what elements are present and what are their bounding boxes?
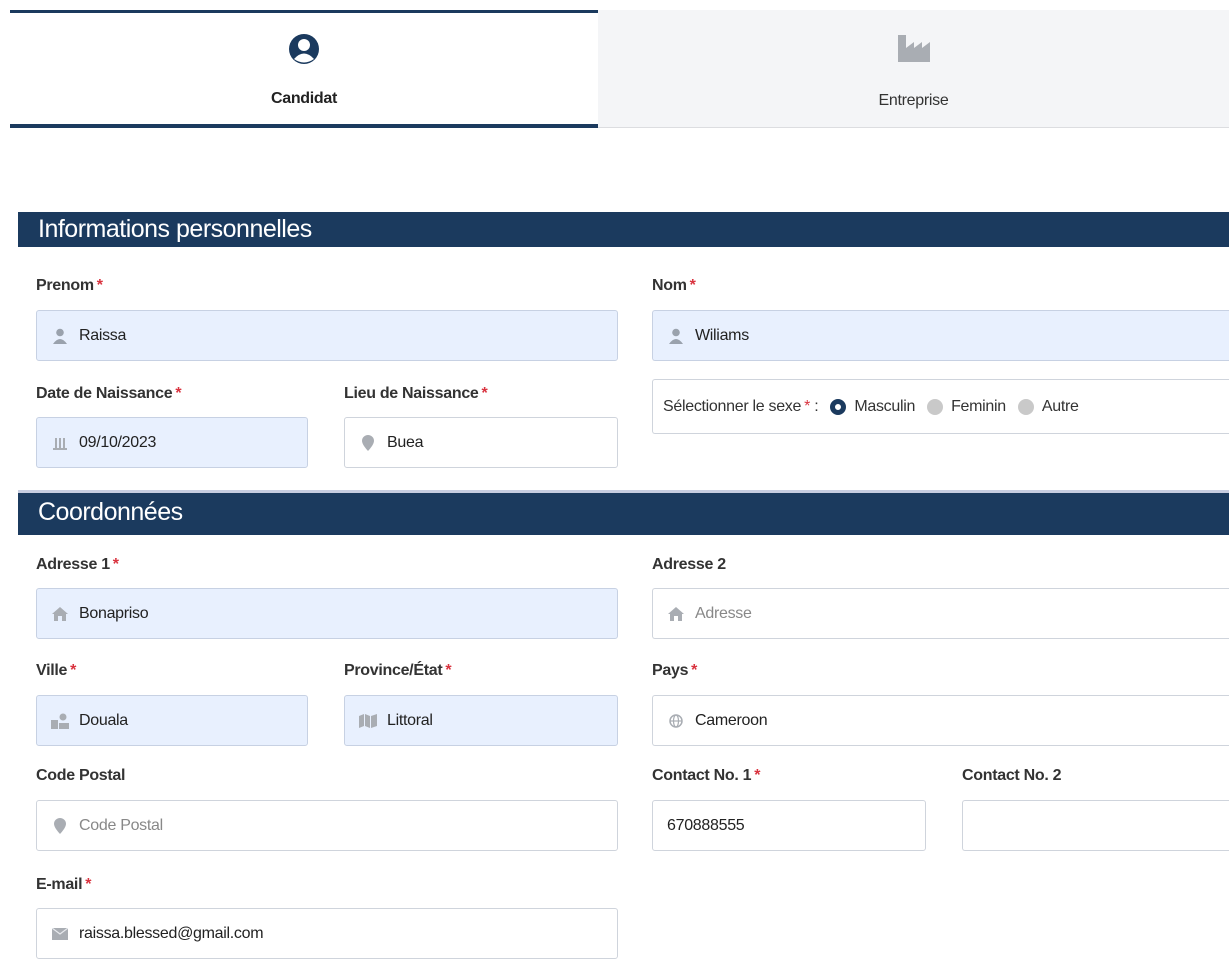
pays-label: Pays *	[652, 662, 698, 679]
user-circle-icon	[289, 34, 319, 64]
lieu-naissance-label: Lieu de Naissance *	[344, 385, 488, 402]
email-label: E-mail *	[36, 876, 92, 893]
adresse2-placeholder: Adresse	[695, 604, 752, 622]
ville-field[interactable]: Douala	[36, 695, 308, 746]
code-postal-placeholder: Code Postal	[79, 816, 163, 834]
map-marker-icon	[359, 434, 377, 452]
contact1-field[interactable]: 670888555	[652, 800, 926, 851]
section-contact-title: Coordonnées	[18, 490, 1229, 535]
pays-value: Cameroon	[695, 711, 768, 729]
contact1-label: Contact No. 1 *	[652, 767, 761, 784]
radio-unselected-icon	[1017, 398, 1034, 415]
prenom-field[interactable]: Raissa	[36, 310, 618, 361]
adresse2-field[interactable]: Adresse	[652, 588, 1229, 639]
tab-candidat[interactable]: Candidat	[10, 10, 598, 128]
map-marker-icon	[51, 817, 69, 835]
province-label: Province/État *	[344, 662, 452, 679]
sexe-option-feminin[interactable]: Feminin	[927, 398, 1006, 416]
user-icon	[667, 327, 685, 345]
globe-icon	[667, 712, 685, 730]
radio-selected-icon	[830, 398, 847, 415]
province-value: Littoral	[387, 711, 433, 729]
registration-type-tabs: Candidat Entreprise	[10, 10, 1229, 128]
date-naissance-field[interactable]: 09/10/2023	[36, 417, 308, 468]
factory-icon	[897, 35, 930, 62]
sexe-selector: Sélectionner le sexe * : Masculin Feminin…	[652, 379, 1229, 434]
section-personal-title: Informations personnelles	[18, 212, 1229, 247]
home-icon	[51, 605, 69, 623]
code-postal-label: Code Postal	[36, 767, 126, 784]
envelope-icon	[51, 925, 69, 943]
tab-entreprise[interactable]: Entreprise	[598, 10, 1229, 128]
adresse2-label: Adresse 2	[652, 556, 726, 573]
province-field[interactable]: Littoral	[344, 695, 618, 746]
radio-unselected-icon	[927, 398, 944, 415]
date-naissance-value: 09/10/2023	[79, 433, 157, 451]
nom-label: Nom *	[652, 277, 696, 294]
sexe-option-autre[interactable]: Autre	[1017, 398, 1079, 416]
lieu-naissance-value: Buea	[387, 433, 424, 451]
prenom-value: Raissa	[79, 326, 127, 344]
home-icon	[667, 605, 685, 623]
lieu-naissance-field[interactable]: Buea	[344, 417, 618, 468]
sexe-option-masculin[interactable]: Masculin	[830, 398, 915, 416]
sexe-label: Sélectionner le sexe * :	[663, 397, 819, 415]
ville-label: Ville *	[36, 662, 77, 679]
adresse1-field[interactable]: Bonapriso	[36, 588, 618, 639]
prenom-label: Prenom *	[36, 277, 103, 294]
date-naissance-label: Date de Naissance *	[36, 385, 182, 402]
nom-field[interactable]: Wiliams	[652, 310, 1229, 361]
ville-value: Douala	[79, 711, 128, 729]
contact2-field[interactable]	[962, 800, 1229, 851]
map-icon	[359, 712, 377, 730]
email-field[interactable]: raissa.blessed@gmail.com	[36, 908, 618, 959]
pays-select[interactable]: Cameroon	[652, 695, 1229, 746]
user-icon	[51, 327, 69, 345]
tab-entreprise-label: Entreprise	[878, 92, 949, 109]
city-icon	[51, 712, 69, 730]
adresse1-label: Adresse 1 *	[36, 556, 119, 573]
adresse1-value: Bonapriso	[79, 604, 149, 622]
tab-candidat-label: Candidat	[270, 90, 338, 107]
contact1-value: 670888555	[667, 816, 745, 834]
calendar-icon	[51, 434, 69, 452]
email-value: raissa.blessed@gmail.com	[79, 924, 264, 942]
contact2-label: Contact No. 2	[962, 767, 1062, 784]
nom-value: Wiliams	[695, 326, 749, 344]
code-postal-field[interactable]: Code Postal	[36, 800, 618, 851]
